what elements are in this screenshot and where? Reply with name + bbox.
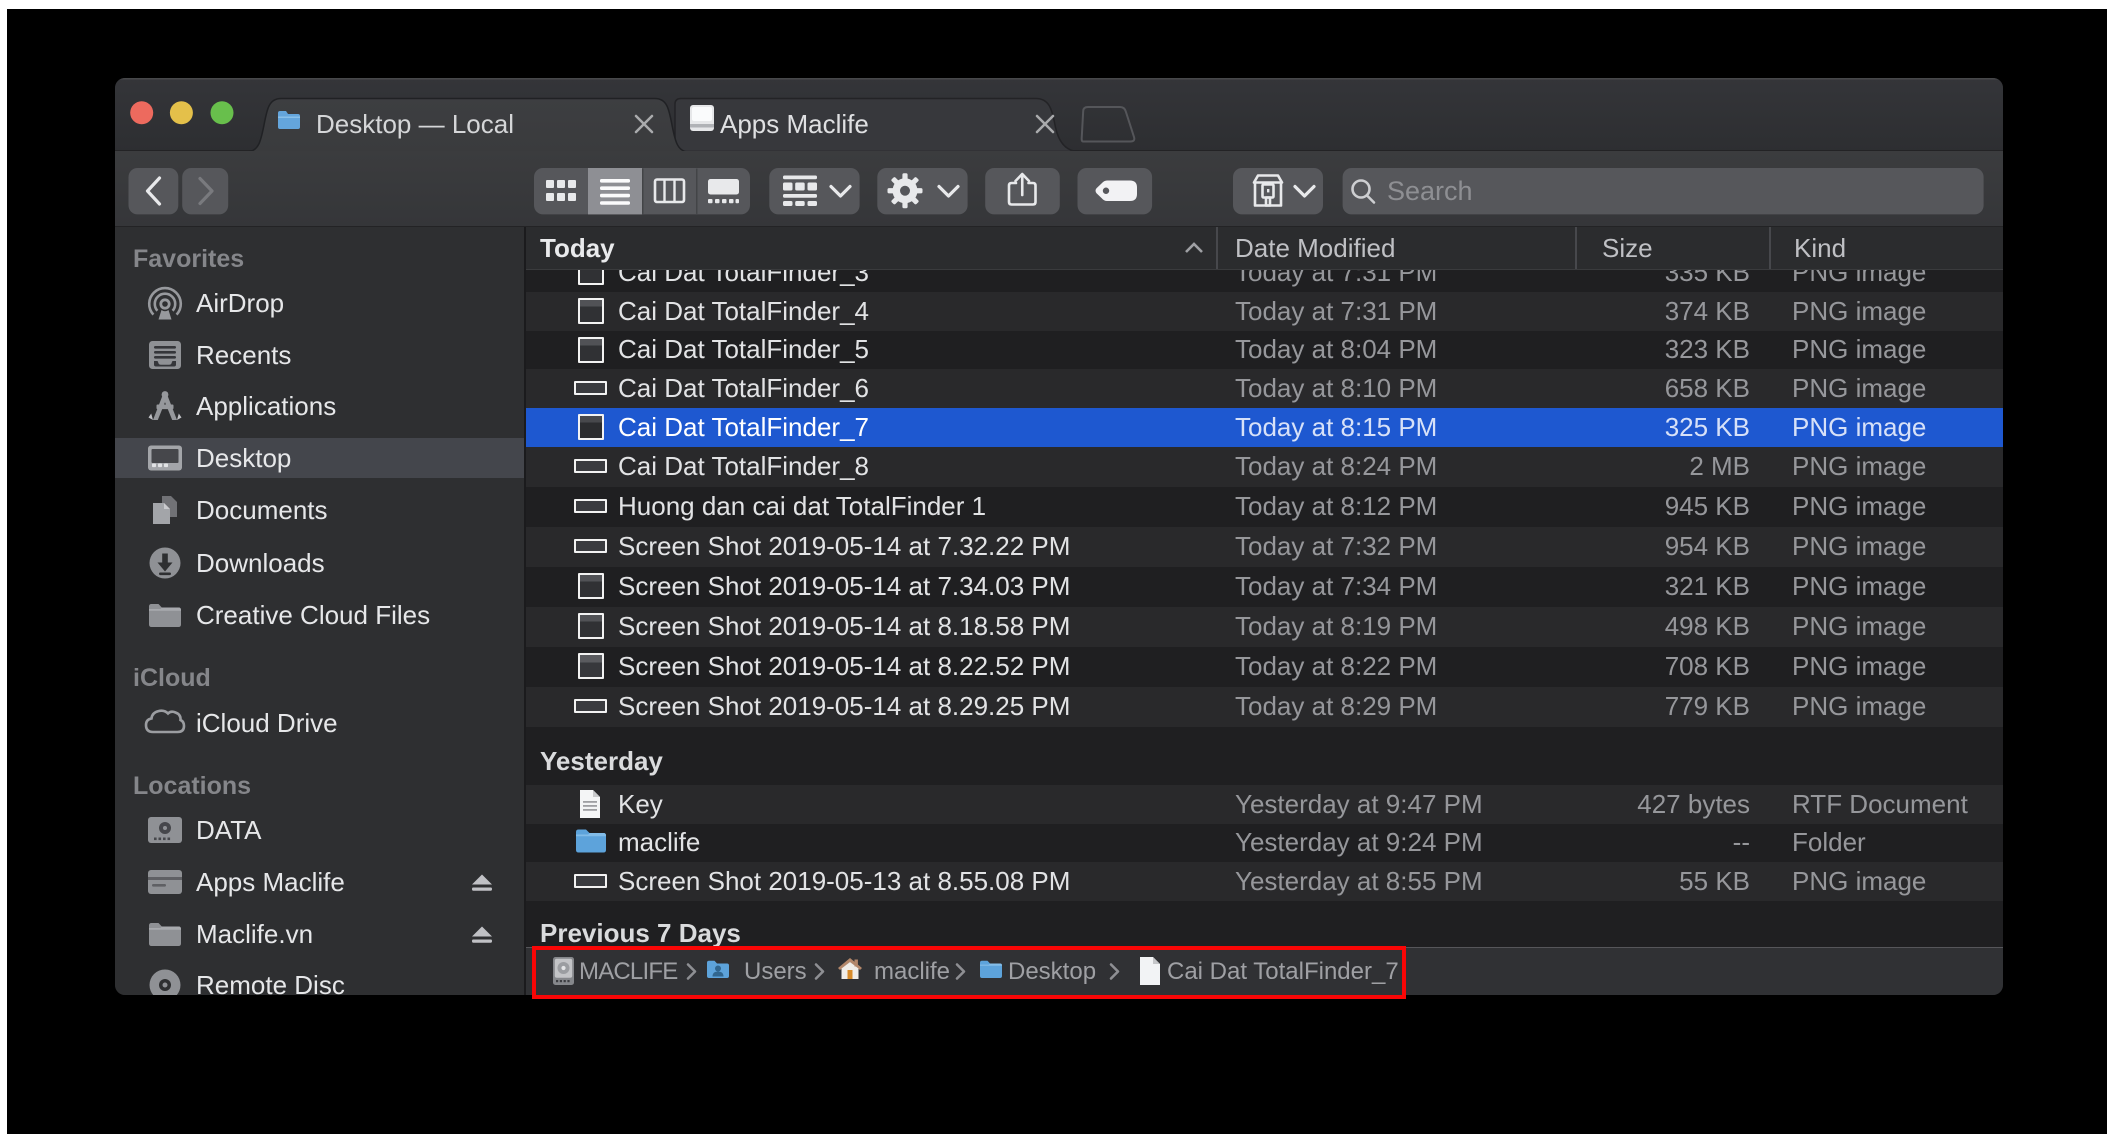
svg-text:Search: Search (1387, 176, 1473, 206)
svg-text:iCloud Drive: iCloud Drive (196, 708, 338, 738)
svg-text:Recents: Recents (196, 340, 291, 370)
svg-text:Apps Maclife: Apps Maclife (196, 867, 345, 897)
svg-text:Applications: Applications (196, 391, 336, 421)
svg-text:Favorites: Favorites (133, 245, 244, 273)
svg-text:AirDrop: AirDrop (196, 288, 284, 318)
svg-text:iCloud: iCloud (133, 664, 211, 692)
svg-text:Maclife.vn: Maclife.vn (196, 919, 313, 949)
svg-text:Remote Disc: Remote Disc (196, 970, 345, 995)
svg-text:Apps Maclife: Apps Maclife (720, 109, 869, 139)
svg-text:Downloads: Downloads (196, 548, 325, 578)
svg-text:Creative Cloud Files: Creative Cloud Files (196, 600, 430, 630)
svg-text:Desktop — Local: Desktop — Local (316, 109, 514, 139)
svg-text:DATA: DATA (196, 815, 262, 845)
svg-text:Locations: Locations (133, 772, 251, 800)
svg-text:Documents: Documents (196, 495, 328, 525)
svg-text:Desktop: Desktop (196, 443, 291, 473)
